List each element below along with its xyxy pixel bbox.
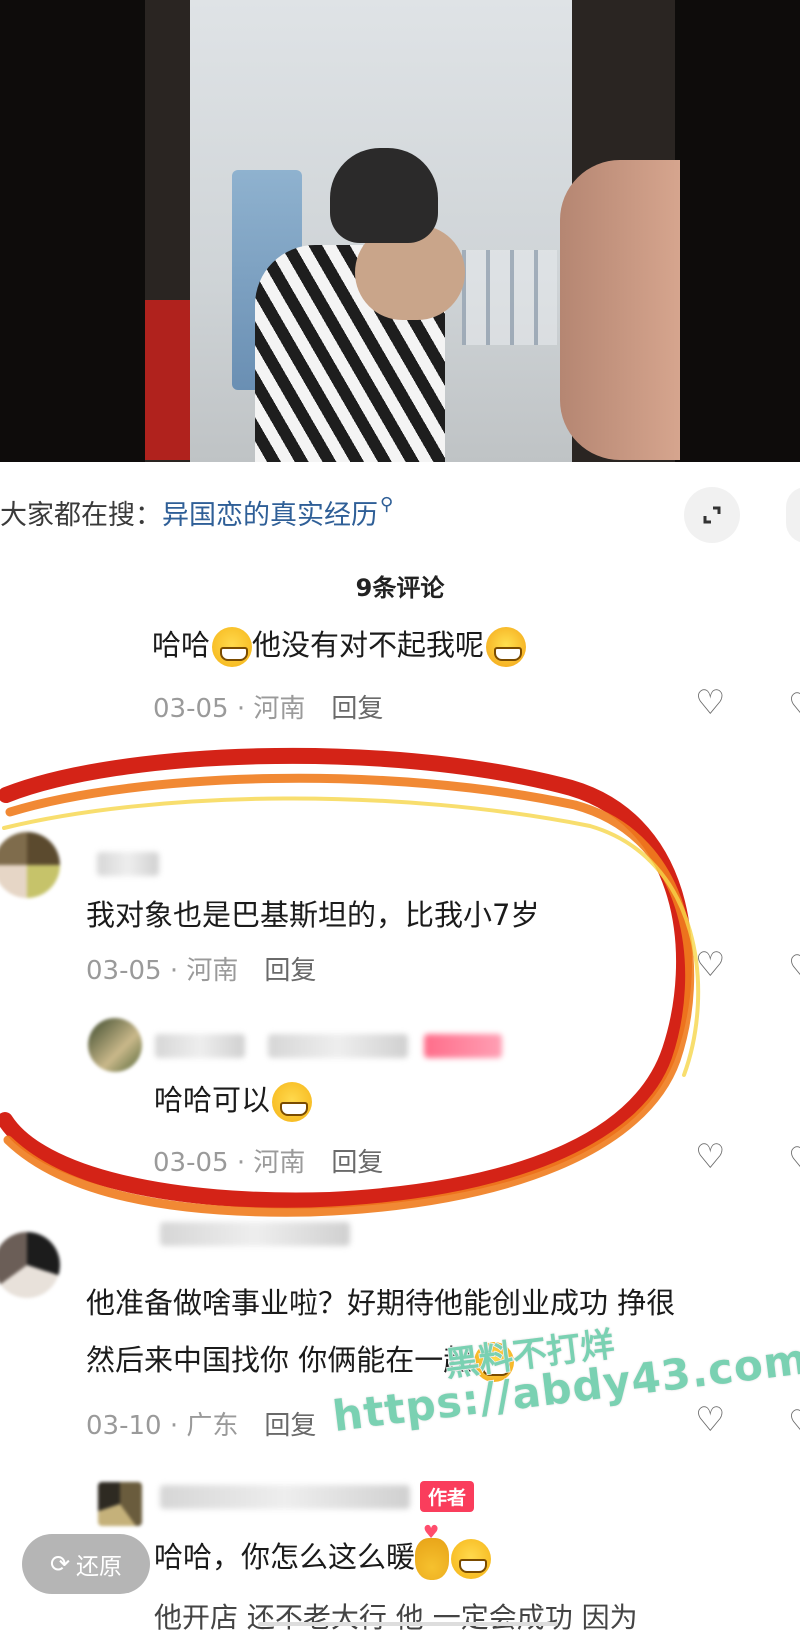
- like-heart-icon[interactable]: ♡: [695, 686, 731, 720]
- search-icon[interactable]: ⚲: [380, 494, 393, 515]
- comment-date: 03-05: [153, 1148, 229, 1178]
- edge-button[interactable]: [786, 487, 800, 543]
- search-suggestion-row[interactable]: 大家都在搜： 异国恋的真实经历 ⚲: [0, 492, 393, 532]
- like-heart-icon-edge[interactable]: ♡: [788, 686, 800, 726]
- restore-button[interactable]: ⟳ 还原: [22, 1534, 150, 1594]
- reply-text-content: 哈哈可以: [154, 1083, 271, 1117]
- grin-emoji-icon: [272, 1082, 313, 1122]
- comment-text: 哈哈 他没有对不起我呢: [152, 622, 527, 667]
- video-wall-tiles: [462, 250, 557, 345]
- comment-text-cut: 他开店 还不老大行 他 一定会成功 因为: [154, 1601, 638, 1634]
- comment-text-part1: 哈哈: [152, 628, 211, 662]
- comment-text-line2-content: 然后来中国找你 你俩能在一起: [86, 1343, 473, 1377]
- comment-location: 河南: [186, 956, 239, 986]
- heart-hands-emoji-icon: [415, 1522, 450, 1580]
- video-red-object: [145, 300, 190, 460]
- like-heart-icon-edge[interactable]: ♡: [788, 948, 800, 988]
- comment-date: 03-10: [86, 1411, 162, 1441]
- reply-button[interactable]: 回复: [264, 956, 316, 986]
- blurred-username[interactable]: [155, 1034, 245, 1058]
- video-person-head: [330, 148, 438, 243]
- comments-count-title: 9条评论: [355, 574, 445, 602]
- author-badge: 作者: [420, 1481, 475, 1512]
- avatar[interactable]: [88, 1018, 142, 1072]
- comment-meta: 03-05 · 河南 回复: [153, 694, 384, 724]
- blurred-username[interactable]: [97, 852, 159, 876]
- laugh-emoji-icon: [486, 627, 527, 667]
- comment-text-content: 哈哈，你怎么这么暖: [154, 1540, 416, 1574]
- comment-text: 哈哈，你怎么这么暖: [154, 1522, 492, 1580]
- avatar[interactable]: [98, 1482, 142, 1526]
- avatar[interactable]: [0, 1232, 60, 1298]
- comment-meta: 03-05 · 河南 回复: [86, 956, 317, 986]
- reply-text: 哈哈可以: [154, 1077, 313, 1122]
- comment-location: 河南: [253, 694, 306, 724]
- search-suggestion-term[interactable]: 异国恋的真实经历: [162, 493, 378, 532]
- expand-icon: [703, 506, 721, 524]
- comment-text-part2: 他没有对不起我呢: [252, 628, 485, 662]
- comment-date: 03-05: [86, 956, 162, 986]
- comment-date: 03-05: [153, 694, 229, 724]
- blurred-badge: [424, 1034, 502, 1058]
- restore-label: 还原: [76, 1554, 123, 1580]
- reply-button[interactable]: 回复: [264, 1411, 316, 1441]
- grin-emoji-icon: [451, 1539, 492, 1579]
- video-player[interactable]: [0, 0, 800, 462]
- comment-meta: 03-05 · 河南 回复: [153, 1148, 384, 1178]
- like-heart-icon[interactable]: ♡: [695, 1403, 731, 1437]
- comment-location: 广东: [186, 1411, 239, 1441]
- like-heart-icon-edge[interactable]: ♡: [788, 1140, 800, 1180]
- blurred-username-extra: [268, 1034, 408, 1058]
- video-thumb: [560, 160, 680, 460]
- home-indicator: [258, 1622, 558, 1626]
- comment-text: 我对象也是巴基斯坦的，比我小7岁: [86, 898, 540, 932]
- like-heart-icon-edge[interactable]: ♡: [788, 1403, 800, 1443]
- comment-meta: 03-10 · 广东 回复: [86, 1411, 317, 1441]
- comment-text-line1: 他准备做啥事业啦？好期待他能创业成功 挣很: [86, 1286, 676, 1320]
- expand-button[interactable]: [684, 487, 740, 543]
- reply-button[interactable]: 回复: [331, 1148, 383, 1178]
- blurred-username[interactable]: [160, 1485, 410, 1509]
- avatar[interactable]: [0, 832, 60, 898]
- search-suggestion-prefix: 大家都在搜：: [0, 499, 162, 531]
- blurred-username[interactable]: [160, 1222, 350, 1246]
- grin-emoji-icon: [212, 627, 253, 667]
- like-heart-icon[interactable]: ♡: [695, 1140, 731, 1174]
- like-heart-icon[interactable]: ♡: [695, 948, 731, 982]
- comment-location: 河南: [253, 1148, 306, 1178]
- restore-icon: ⟳: [49, 1550, 71, 1578]
- reply-button[interactable]: 回复: [331, 694, 383, 724]
